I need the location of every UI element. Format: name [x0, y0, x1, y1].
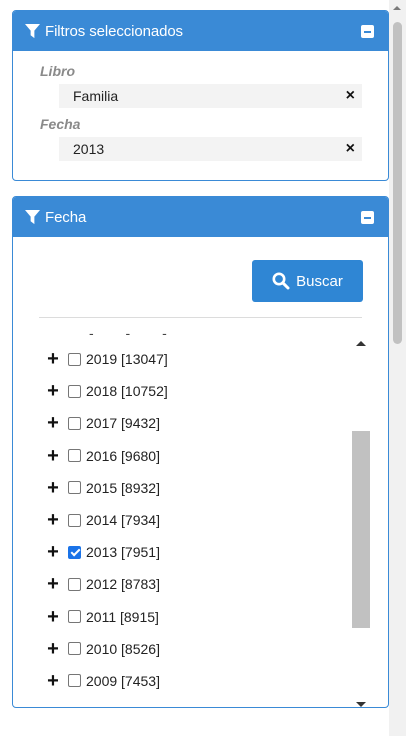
plus-icon[interactable]: + [45, 413, 61, 433]
plus-icon[interactable]: + [45, 639, 61, 659]
fecha-panel-title: Fecha [45, 208, 87, 226]
plus-icon[interactable]: + [45, 349, 61, 369]
filter-funnel-icon [25, 209, 40, 224]
year-checkbox[interactable] [68, 449, 81, 463]
plus-icon[interactable]: + [45, 703, 61, 707]
year-checkbox[interactable] [68, 642, 81, 656]
year-checkbox[interactable] [68, 416, 81, 430]
plus-icon[interactable]: + [45, 478, 61, 498]
search-button-label: Buscar [296, 272, 343, 290]
list-item[interactable]: +2013 [7951] [39, 536, 349, 568]
list-item[interactable]: +2010 [8526] [39, 633, 349, 665]
year-list: +2019 [13047] +2018 [10752] +2017 [9432] +2… [39, 343, 349, 707]
filter-chip-fecha: 2013 × [59, 137, 362, 161]
selected-filters-panel: Filtros seleccionados Libro Familia × Fe… [12, 10, 389, 181]
year-checkbox[interactable] [68, 513, 81, 527]
filter-value-libro: Familia [73, 88, 119, 104]
clipped-item-remnant: - - - [89, 329, 181, 341]
year-label: 2017 [9432] [86, 415, 160, 432]
year-checkbox[interactable] [68, 384, 81, 398]
year-label: 2018 [10752] [86, 383, 168, 400]
year-checkbox[interactable] [68, 481, 81, 495]
list-item[interactable]: +2011 [8915] [39, 601, 349, 633]
list-scrollbar-thumb[interactable] [352, 431, 370, 628]
year-list-container: - - - +2019 [13047] +2018 [10752] +2017 [9… [39, 329, 373, 707]
minus-square-icon[interactable] [361, 24, 374, 38]
year-label: 2010 [8526] [86, 640, 160, 657]
year-label: 2013 [7951] [86, 544, 160, 561]
filter-label-fecha: Fecha [40, 116, 81, 132]
plus-icon[interactable]: + [45, 381, 61, 401]
page-scrollbar-thumb[interactable] [393, 22, 402, 344]
year-label: 2015 [8932] [86, 479, 160, 496]
selected-filters-header[interactable]: Filtros seleccionados [13, 11, 388, 51]
list-scrollbar[interactable] [349, 329, 373, 707]
close-icon[interactable]: × [346, 140, 355, 158]
plus-icon[interactable]: + [45, 446, 61, 466]
year-checkbox[interactable] [68, 706, 81, 707]
page-scrollbar[interactable] [389, 0, 406, 736]
selected-filters-title: Filtros seleccionados [45, 22, 183, 40]
year-label: 2016 [9680] [86, 447, 160, 464]
plus-icon[interactable]: + [45, 574, 61, 594]
list-item[interactable]: +2018 [10752] [39, 375, 349, 407]
year-checkbox[interactable] [68, 610, 81, 624]
list-item[interactable]: +2012 [8783] [39, 568, 349, 600]
scroll-up-arrow-icon[interactable] [356, 341, 366, 346]
list-item[interactable]: +2008 [7114] [39, 697, 349, 707]
scroll-up-arrow-icon[interactable] [393, 6, 401, 10]
year-label: 2011 [8915] [86, 608, 159, 625]
filter-label-libro: Libro [40, 63, 75, 79]
fecha-filter-panel: Fecha Buscar - - - +2019 [13047] +2018 [1… [12, 196, 389, 708]
year-checkbox[interactable] [68, 674, 81, 688]
list-item[interactable]: +2019 [13047] [39, 343, 349, 375]
year-label: 2008 [7114] [86, 705, 159, 707]
search-button[interactable]: Buscar [252, 260, 363, 302]
year-label: 2009 [7453] [86, 672, 160, 689]
minus-square-icon[interactable] [361, 210, 374, 224]
plus-icon[interactable]: + [45, 607, 61, 627]
list-item[interactable]: +2009 [7453] [39, 665, 349, 697]
year-checkbox[interactable] [68, 545, 81, 559]
year-label: 2019 [13047] [86, 351, 168, 368]
list-item[interactable]: +2016 [9680] [39, 440, 349, 472]
filter-value-fecha: 2013 [73, 141, 105, 157]
year-label: 2012 [8783] [86, 576, 160, 593]
year-label: 2014 [7934] [86, 512, 160, 529]
year-checkbox[interactable] [68, 577, 81, 591]
search-icon [272, 272, 290, 290]
filter-funnel-icon [25, 23, 40, 38]
scroll-down-arrow-icon[interactable] [356, 702, 366, 707]
divider [39, 317, 362, 318]
filter-chip-libro: Familia × [59, 84, 362, 108]
year-checkbox[interactable] [68, 352, 81, 366]
plus-icon[interactable]: + [45, 671, 61, 691]
fecha-panel-header[interactable]: Fecha [13, 197, 388, 237]
plus-icon[interactable]: + [45, 510, 61, 530]
list-item[interactable]: +2015 [8932] [39, 472, 349, 504]
list-item[interactable]: +2014 [7934] [39, 504, 349, 536]
list-item[interactable]: +2017 [9432] [39, 407, 349, 439]
plus-icon[interactable]: + [45, 542, 61, 562]
close-icon[interactable]: × [346, 87, 355, 105]
